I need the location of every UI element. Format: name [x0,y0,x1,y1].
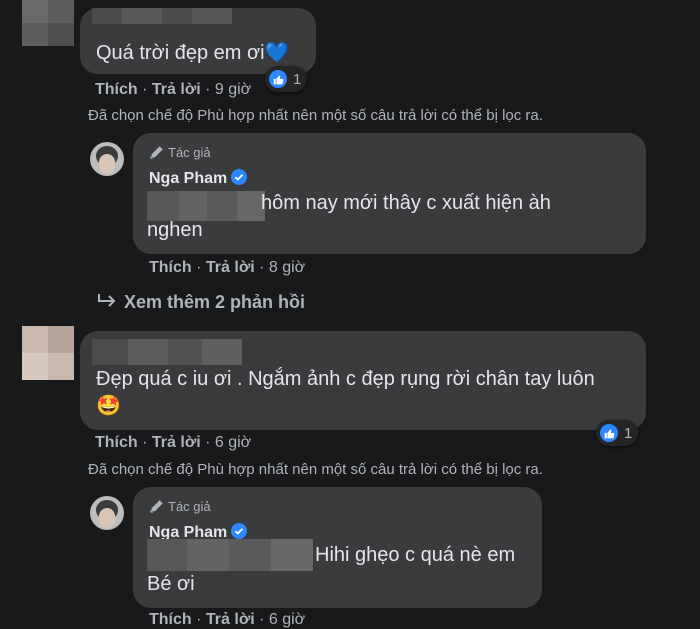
reply-actions: Thích · Trả lời · 6 giờ [149,611,306,628]
author-badge: Tác giả [149,145,211,160]
author-name[interactable]: Nga Pham [149,169,248,188]
reply-arrow-icon [98,294,116,307]
reaction-summary[interactable]: 1 [265,66,308,92]
pencil-icon [150,146,163,159]
comment-actions: Thích · Trả lời · 9 giờ [95,81,252,98]
reply-bubble: Tác giả Nga Pham Hihi ghẹo c quá nè em B… [133,487,542,608]
reaction-summary[interactable]: 1 [596,420,639,446]
filter-note: Đã chọn chế độ Phù hợp nhất nên một số c… [88,461,543,478]
like-link[interactable]: Thích [149,259,192,276]
like-reaction-icon [600,424,618,442]
reply-text-line2: nghen [147,219,203,241]
author-avatar[interactable] [90,496,124,530]
like-link[interactable]: Thích [95,434,138,451]
comment-text: Quá trời đẹp em ơi💙 [96,42,290,64]
comment-time[interactable]: 9 giờ [215,81,251,98]
comment-text-line1: Đẹp quá c iu ơi . Ngắm ảnh c đẹp rụng rờ… [96,368,595,390]
comment-text-line2: 🤩 [96,395,121,417]
reply-text-line1: Hihi ghẹo c quá nè em [315,544,516,566]
commenter-avatar-blurred[interactable] [22,0,74,46]
author-badge: Tác giả [149,499,211,514]
comment-bubble: Quá trời đẹp em ơi💙 [80,8,316,74]
reply-text-line2: Bé ơi [147,573,195,595]
blurred-username [92,339,242,365]
blurred-tagged-name [147,539,313,571]
reaction-count: 1 [624,424,633,442]
comment-time[interactable]: 6 giờ [215,434,251,451]
reply-time[interactable]: 6 giờ [269,611,305,628]
like-link[interactable]: Thích [95,81,138,98]
reply-link[interactable]: Trả lời [152,434,201,451]
reply-actions: Thích · Trả lời · 8 giờ [149,259,306,276]
reply-bubble: Tác giả Nga Pham hôm nay mới thây c xuất… [133,133,646,254]
comment-bubble: Đẹp quá c iu ơi . Ngắm ảnh c đẹp rụng rờ… [80,331,646,430]
reply-link[interactable]: Trả lời [206,259,255,276]
blurred-username [92,8,232,24]
like-link[interactable]: Thích [149,611,192,628]
verified-badge-icon [231,523,248,539]
reply-text-line1: hôm nay mới thây c xuất hiện àh [261,192,551,214]
pencil-icon [150,500,163,513]
view-more-replies[interactable]: Xem thêm 2 phản hồi [96,292,305,313]
filter-note: Đã chọn chế độ Phù hợp nhất nên một số c… [88,107,543,124]
reply-time[interactable]: 8 giờ [269,259,305,276]
verified-badge-icon [231,169,248,185]
reply-link[interactable]: Trả lời [152,81,201,98]
reply-link[interactable]: Trả lời [206,611,255,628]
commenter-avatar-blurred[interactable] [22,326,74,380]
author-avatar[interactable] [90,142,124,176]
comment-actions: Thích · Trả lời · 6 giờ [95,434,252,451]
reaction-count: 1 [293,70,302,88]
like-reaction-icon [269,70,287,88]
